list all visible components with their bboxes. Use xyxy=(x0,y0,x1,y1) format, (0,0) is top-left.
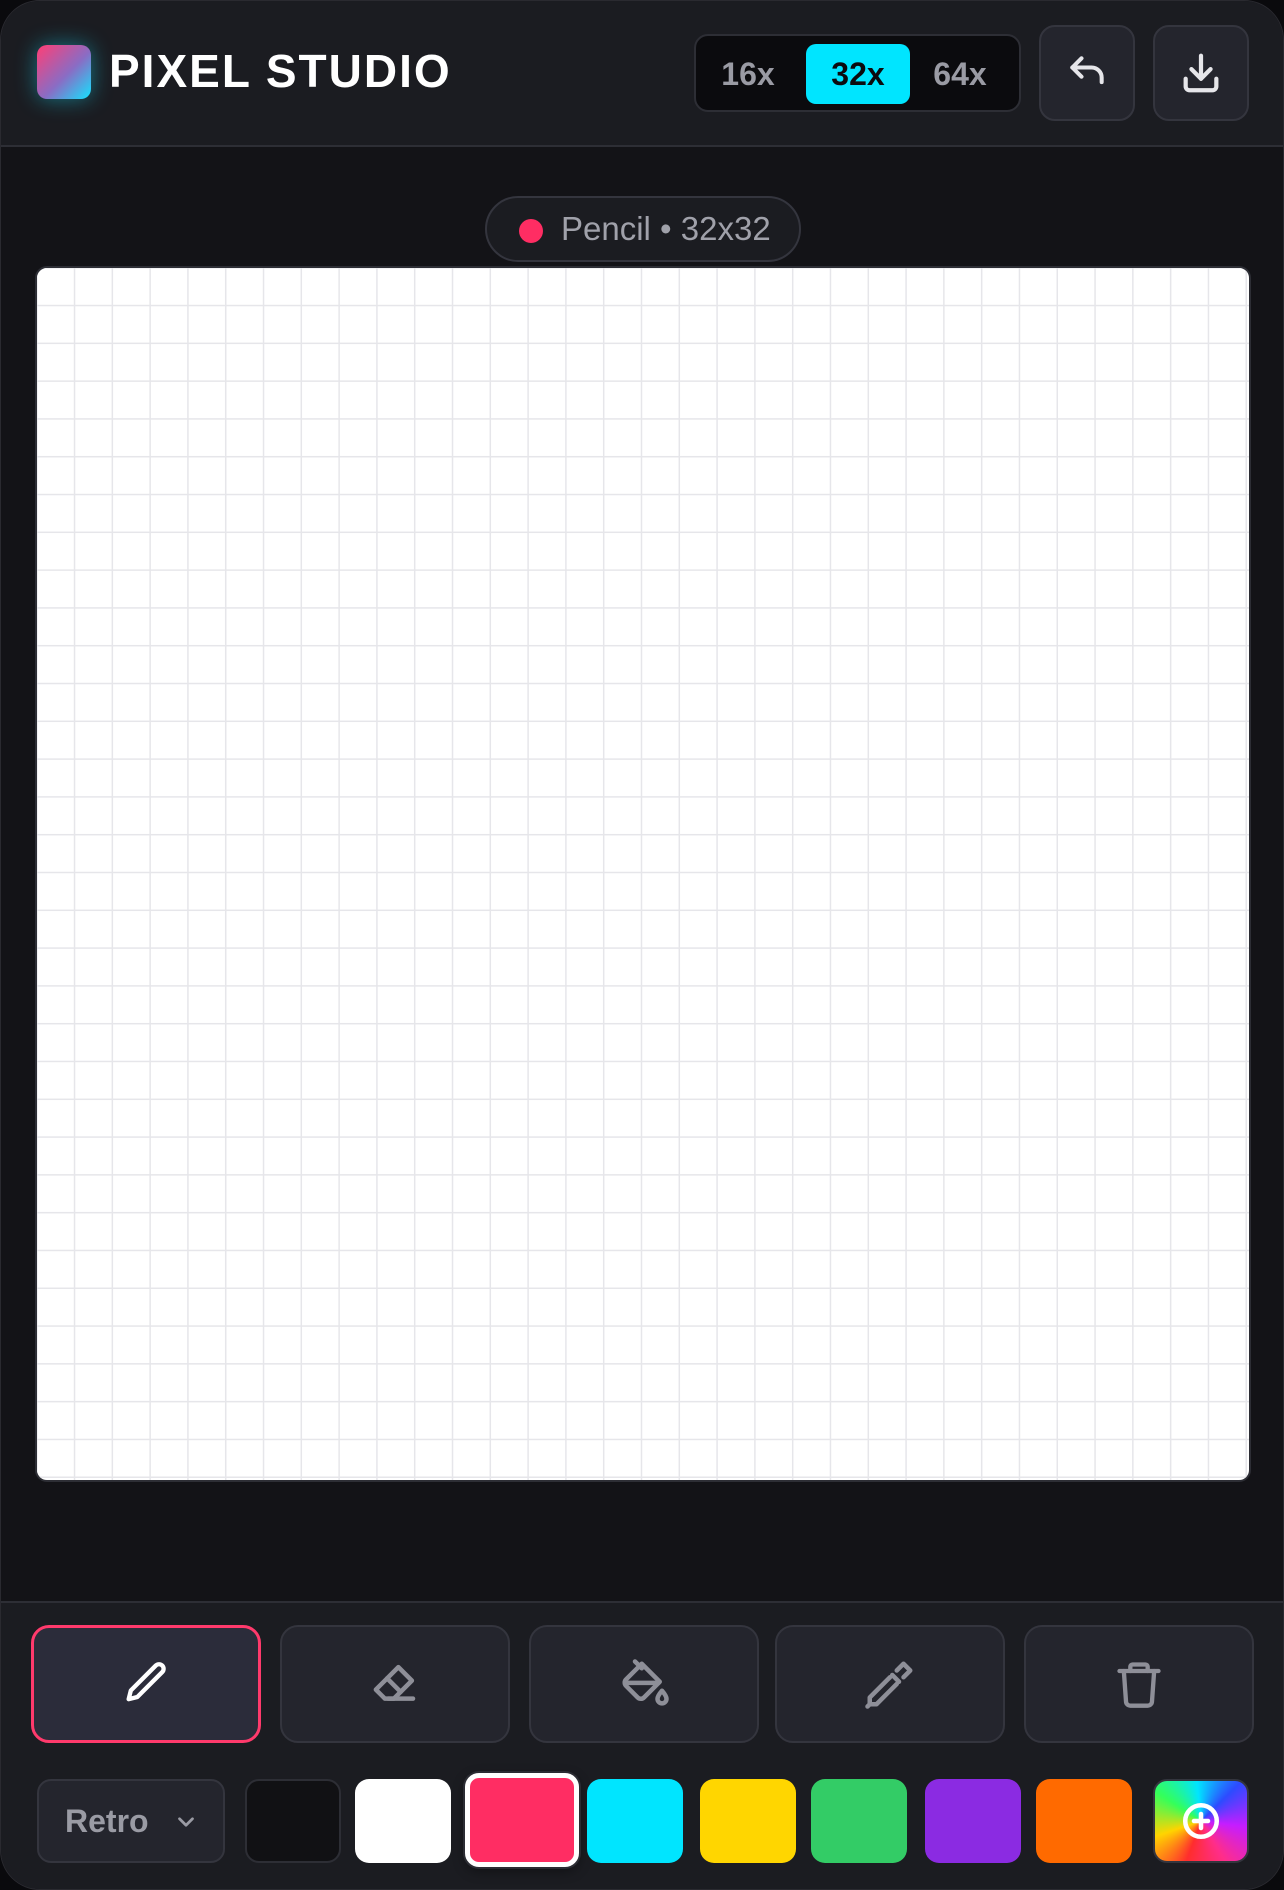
clear-canvas-button[interactable] xyxy=(1024,1625,1254,1743)
palette-dropdown-label: Retro xyxy=(65,1803,149,1839)
zoom-32x-button[interactable]: 32x xyxy=(806,44,910,104)
eraser-tool-button[interactable] xyxy=(280,1625,510,1743)
undo-button[interactable] xyxy=(1039,25,1135,121)
download-button[interactable] xyxy=(1153,25,1249,121)
color-swatch-cyan[interactable] xyxy=(587,1779,683,1863)
color-swatch-green[interactable] xyxy=(811,1779,907,1863)
fill-tool-button[interactable] xyxy=(529,1625,759,1743)
tool-status-text: Pencil • 32x32 xyxy=(561,210,771,247)
color-swatch-purple[interactable] xyxy=(925,1779,1021,1863)
chevron-down-icon xyxy=(173,1809,199,1835)
eraser-icon xyxy=(368,1657,422,1711)
color-swatch-pink[interactable] xyxy=(465,1773,579,1867)
tool-status-pill: Pencil • 32x32 xyxy=(485,196,801,262)
color-swatch-yellow[interactable] xyxy=(700,1779,796,1863)
zoom-16x-button[interactable]: 16x xyxy=(696,44,800,104)
color-swatch-black[interactable] xyxy=(245,1779,341,1863)
pencil-tool-button[interactable] xyxy=(31,1625,261,1743)
add-color-icon xyxy=(1180,1800,1222,1842)
trash-icon xyxy=(1113,1658,1165,1710)
app-title: PIXEL STUDIO xyxy=(109,45,452,97)
download-icon xyxy=(1178,50,1224,96)
undo-icon xyxy=(1065,51,1109,95)
palette-dropdown[interactable]: Retro xyxy=(37,1779,225,1863)
canvas-grid xyxy=(37,268,1249,1480)
app-logo xyxy=(37,45,91,99)
color-swatch-white[interactable] xyxy=(355,1779,451,1863)
zoom-64x-button[interactable]: 64x xyxy=(908,44,1012,104)
paint-bucket-icon xyxy=(617,1657,671,1711)
zoom-selector: 16x 32x 64x xyxy=(694,34,1021,112)
pixel-canvas[interactable] xyxy=(35,266,1251,1482)
pencil-icon xyxy=(120,1658,172,1710)
app-frame: PIXEL STUDIO 16x 32x 64x Pencil • 32x32 … xyxy=(0,0,1284,1890)
header: PIXEL STUDIO 16x 32x 64x xyxy=(1,1,1283,147)
toolbar-panel: Retro xyxy=(1,1601,1283,1889)
color-swatch-orange[interactable] xyxy=(1036,1779,1132,1863)
eyedropper-icon xyxy=(863,1657,917,1711)
custom-color-button[interactable] xyxy=(1153,1779,1249,1863)
current-color-dot xyxy=(519,219,543,243)
eyedropper-tool-button[interactable] xyxy=(775,1625,1005,1743)
